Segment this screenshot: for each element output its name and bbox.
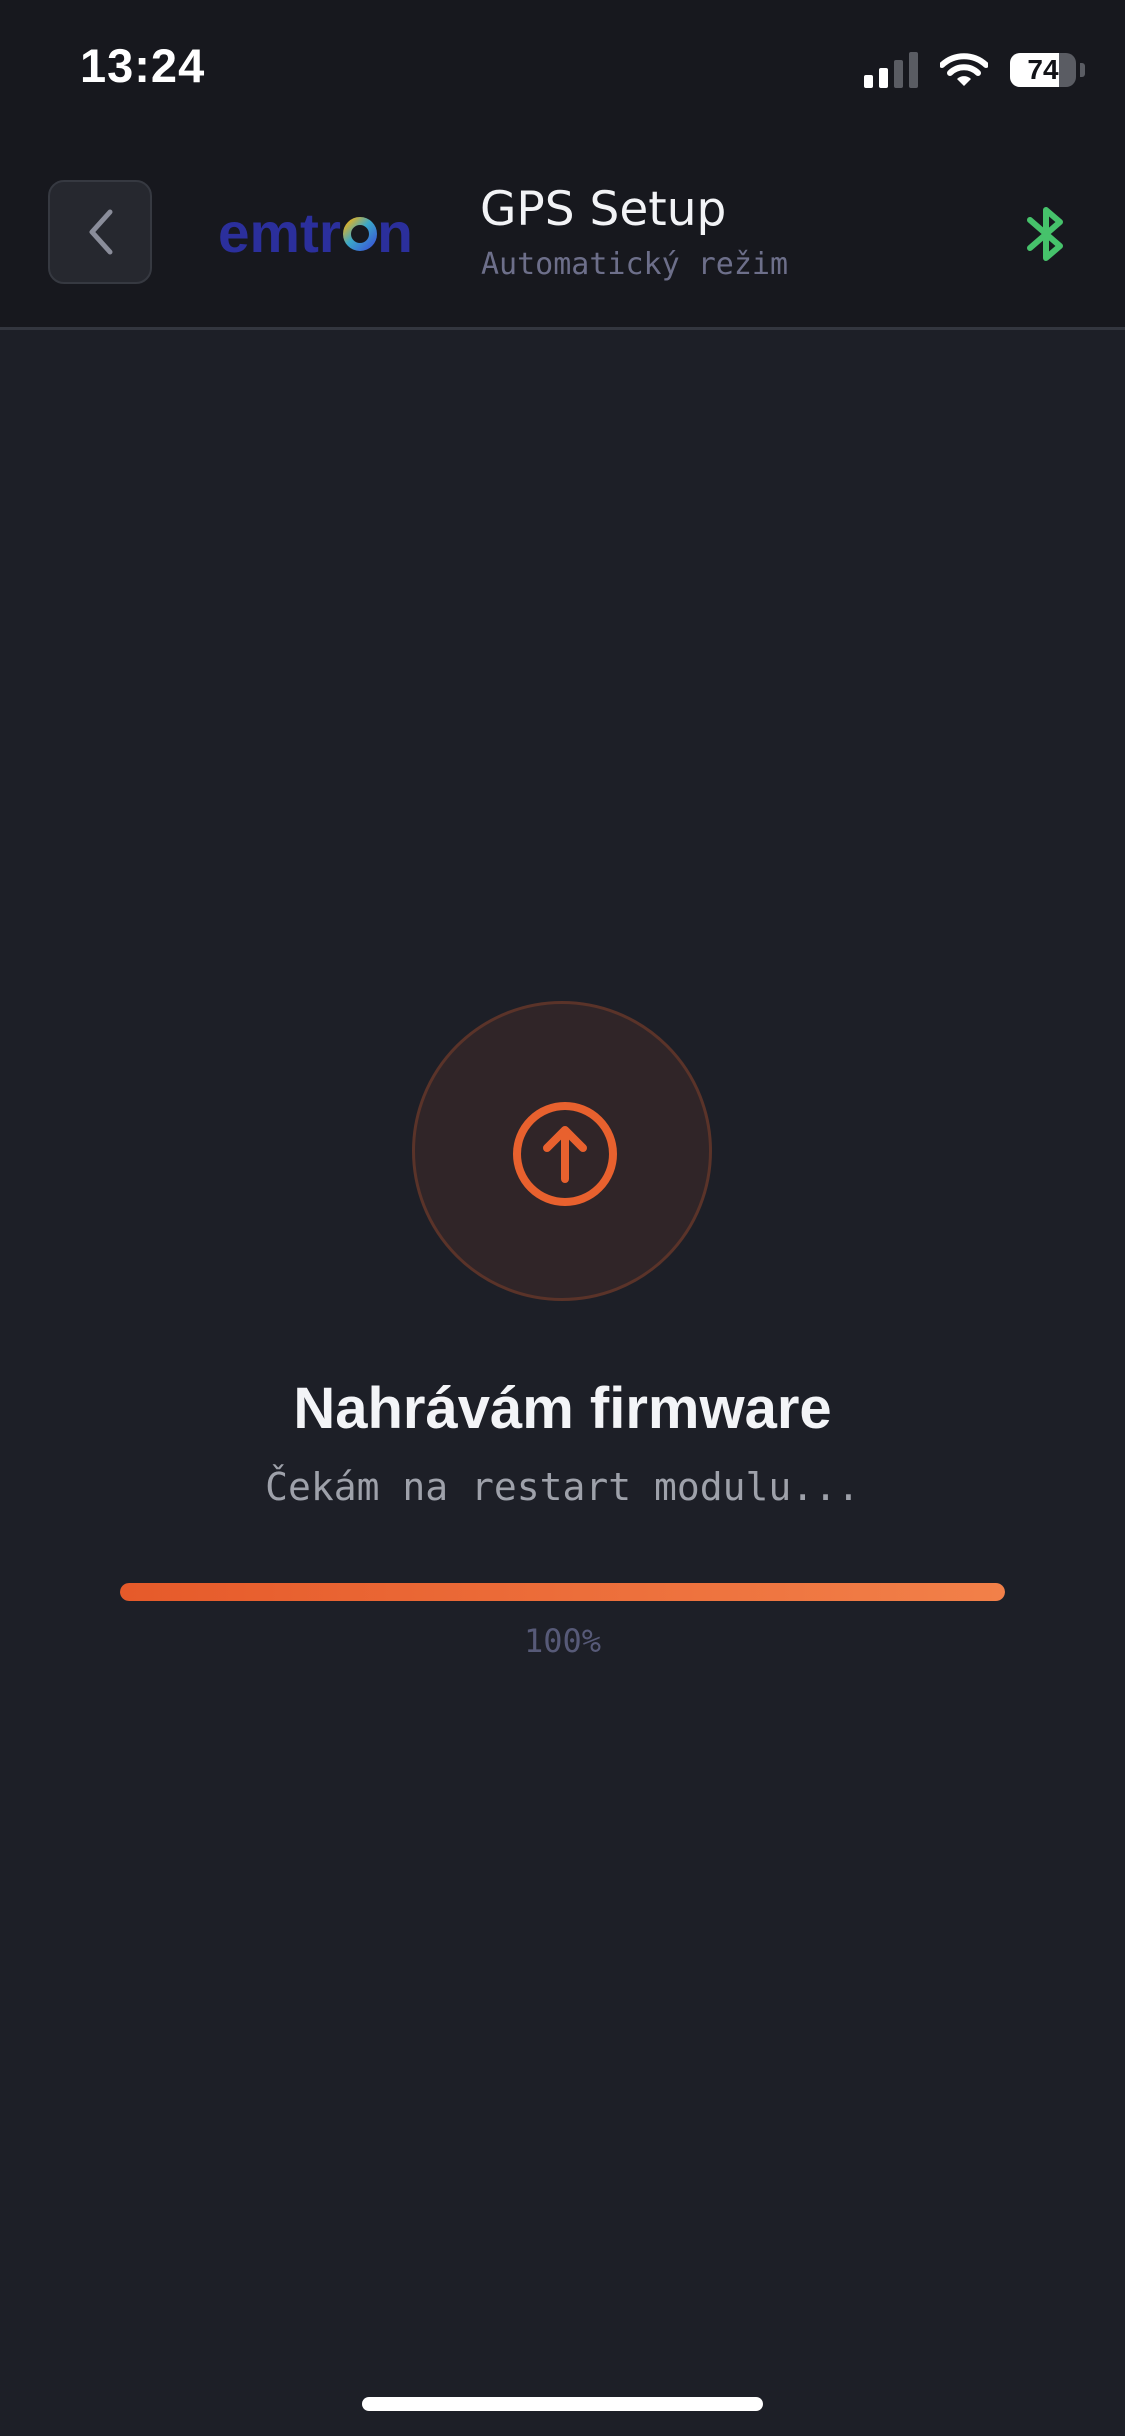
cellular-signal-icon [864,52,918,88]
upload-heading: Nahrávám firmware [293,1376,832,1441]
emtron-logo: emtr n [218,201,413,264]
battery-level: 74 [1027,54,1059,85]
progress-percent-label: 100% [523,1622,602,1660]
chevron-left-icon [89,209,113,255]
battery-icon: 74 [1010,53,1076,87]
status-icons: 74 [864,48,1085,92]
wifi-icon [940,53,988,86]
arrow-up-circle-icon [513,1102,617,1206]
battery-tip [1080,63,1085,77]
page-subtitle: Automatický režim [481,247,789,282]
bluetooth-icon[interactable] [1022,204,1070,264]
status-time: 13:24 [80,39,206,92]
app-header: emtr n GPS Setup Automatický režim [0,140,1125,330]
svg-text:n: n [377,201,413,264]
upload-progress-bar [120,1583,1005,1601]
page-title: GPS Setup [480,182,727,237]
status-bar: 13:24 74 [0,0,1125,140]
upload-status-circle [412,1001,712,1301]
svg-text:emtr: emtr [218,201,341,264]
upload-status-text: Čekám na restart modulu... [265,1465,860,1509]
home-indicator[interactable] [362,2397,763,2411]
back-button[interactable] [48,180,152,284]
progress-fill [120,1583,1005,1601]
